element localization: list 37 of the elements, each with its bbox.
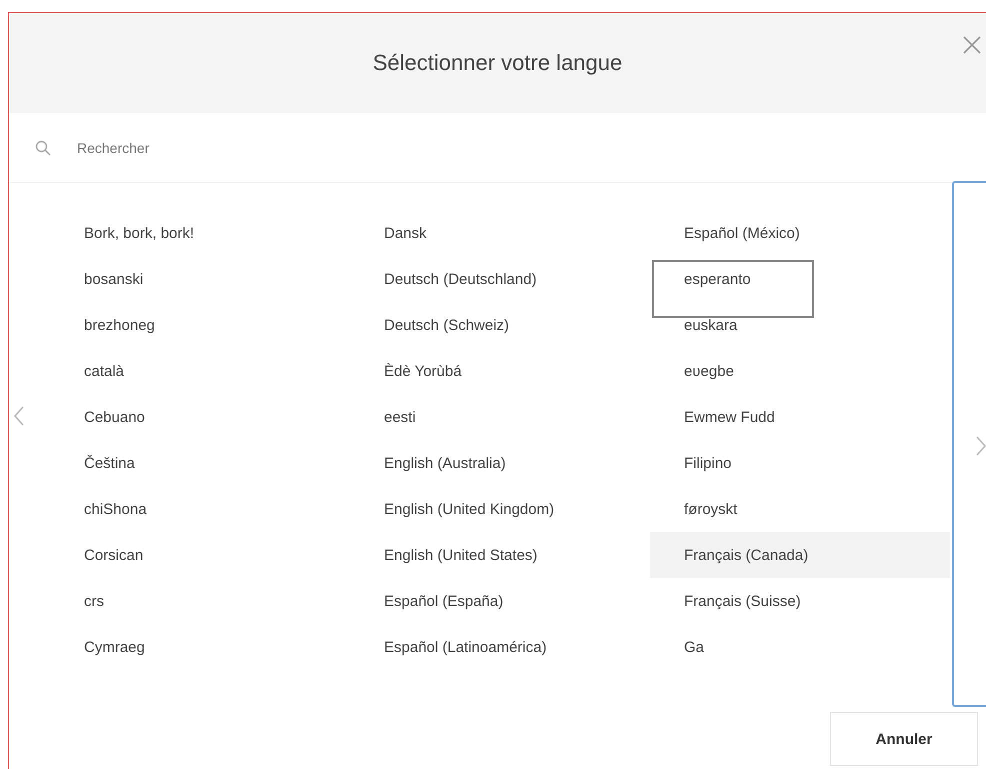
language-item[interactable]: English (Australia)	[350, 440, 650, 486]
language-item[interactable]: Cebuano	[50, 394, 350, 440]
language-item[interactable]: Español (España)	[350, 578, 650, 624]
search-icon	[35, 140, 51, 156]
language-item[interactable]: Bork, bork, bork!	[50, 210, 350, 256]
language-item[interactable]: euskara	[650, 302, 950, 348]
cancel-button[interactable]: Annuler	[830, 712, 978, 766]
language-item[interactable]: Ewmew Fudd	[650, 394, 950, 440]
language-item[interactable]: Español (México)	[650, 210, 950, 256]
language-item[interactable]: eesti	[350, 394, 650, 440]
language-item[interactable]: Français (Suisse)	[650, 578, 950, 624]
language-item[interactable]: esperanto	[650, 256, 950, 302]
language-item[interactable]: català	[50, 348, 350, 394]
language-item[interactable]: eʋegbe	[650, 348, 950, 394]
language-item[interactable]: Français (Canada)	[650, 532, 950, 578]
language-item[interactable]: Cymraeg	[50, 624, 350, 670]
language-item[interactable]: Deutsch (Schweiz)	[350, 302, 650, 348]
dialog-title: Sélectionner votre langue	[372, 50, 622, 76]
language-item[interactable]: Èdè Yorùbá	[350, 348, 650, 394]
language-item[interactable]: brezhoneg	[50, 302, 350, 348]
language-item[interactable]: English (United States)	[350, 532, 650, 578]
language-item[interactable]: English (United Kingdom)	[350, 486, 650, 532]
language-item[interactable]: crs	[50, 578, 350, 624]
language-item[interactable]: bosanski	[50, 256, 350, 302]
language-item[interactable]: Español (Latinoamérica)	[350, 624, 650, 670]
language-item[interactable]: Dansk	[350, 210, 650, 256]
language-item[interactable]: Deutsch (Deutschland)	[350, 256, 650, 302]
language-item[interactable]: Filipino	[650, 440, 950, 486]
previous-page-icon[interactable]	[13, 405, 25, 427]
next-page-icon[interactable]	[975, 435, 986, 457]
search-field[interactable]: Rechercher	[75, 138, 379, 156]
close-icon[interactable]	[962, 35, 982, 55]
language-item[interactable]: Čeština	[50, 440, 350, 486]
language-item[interactable]: chiShona	[50, 486, 350, 532]
language-item[interactable]: Ga	[650, 624, 950, 670]
language-item[interactable]: føroyskt	[650, 486, 950, 532]
language-item[interactable]: Corsican	[50, 532, 350, 578]
